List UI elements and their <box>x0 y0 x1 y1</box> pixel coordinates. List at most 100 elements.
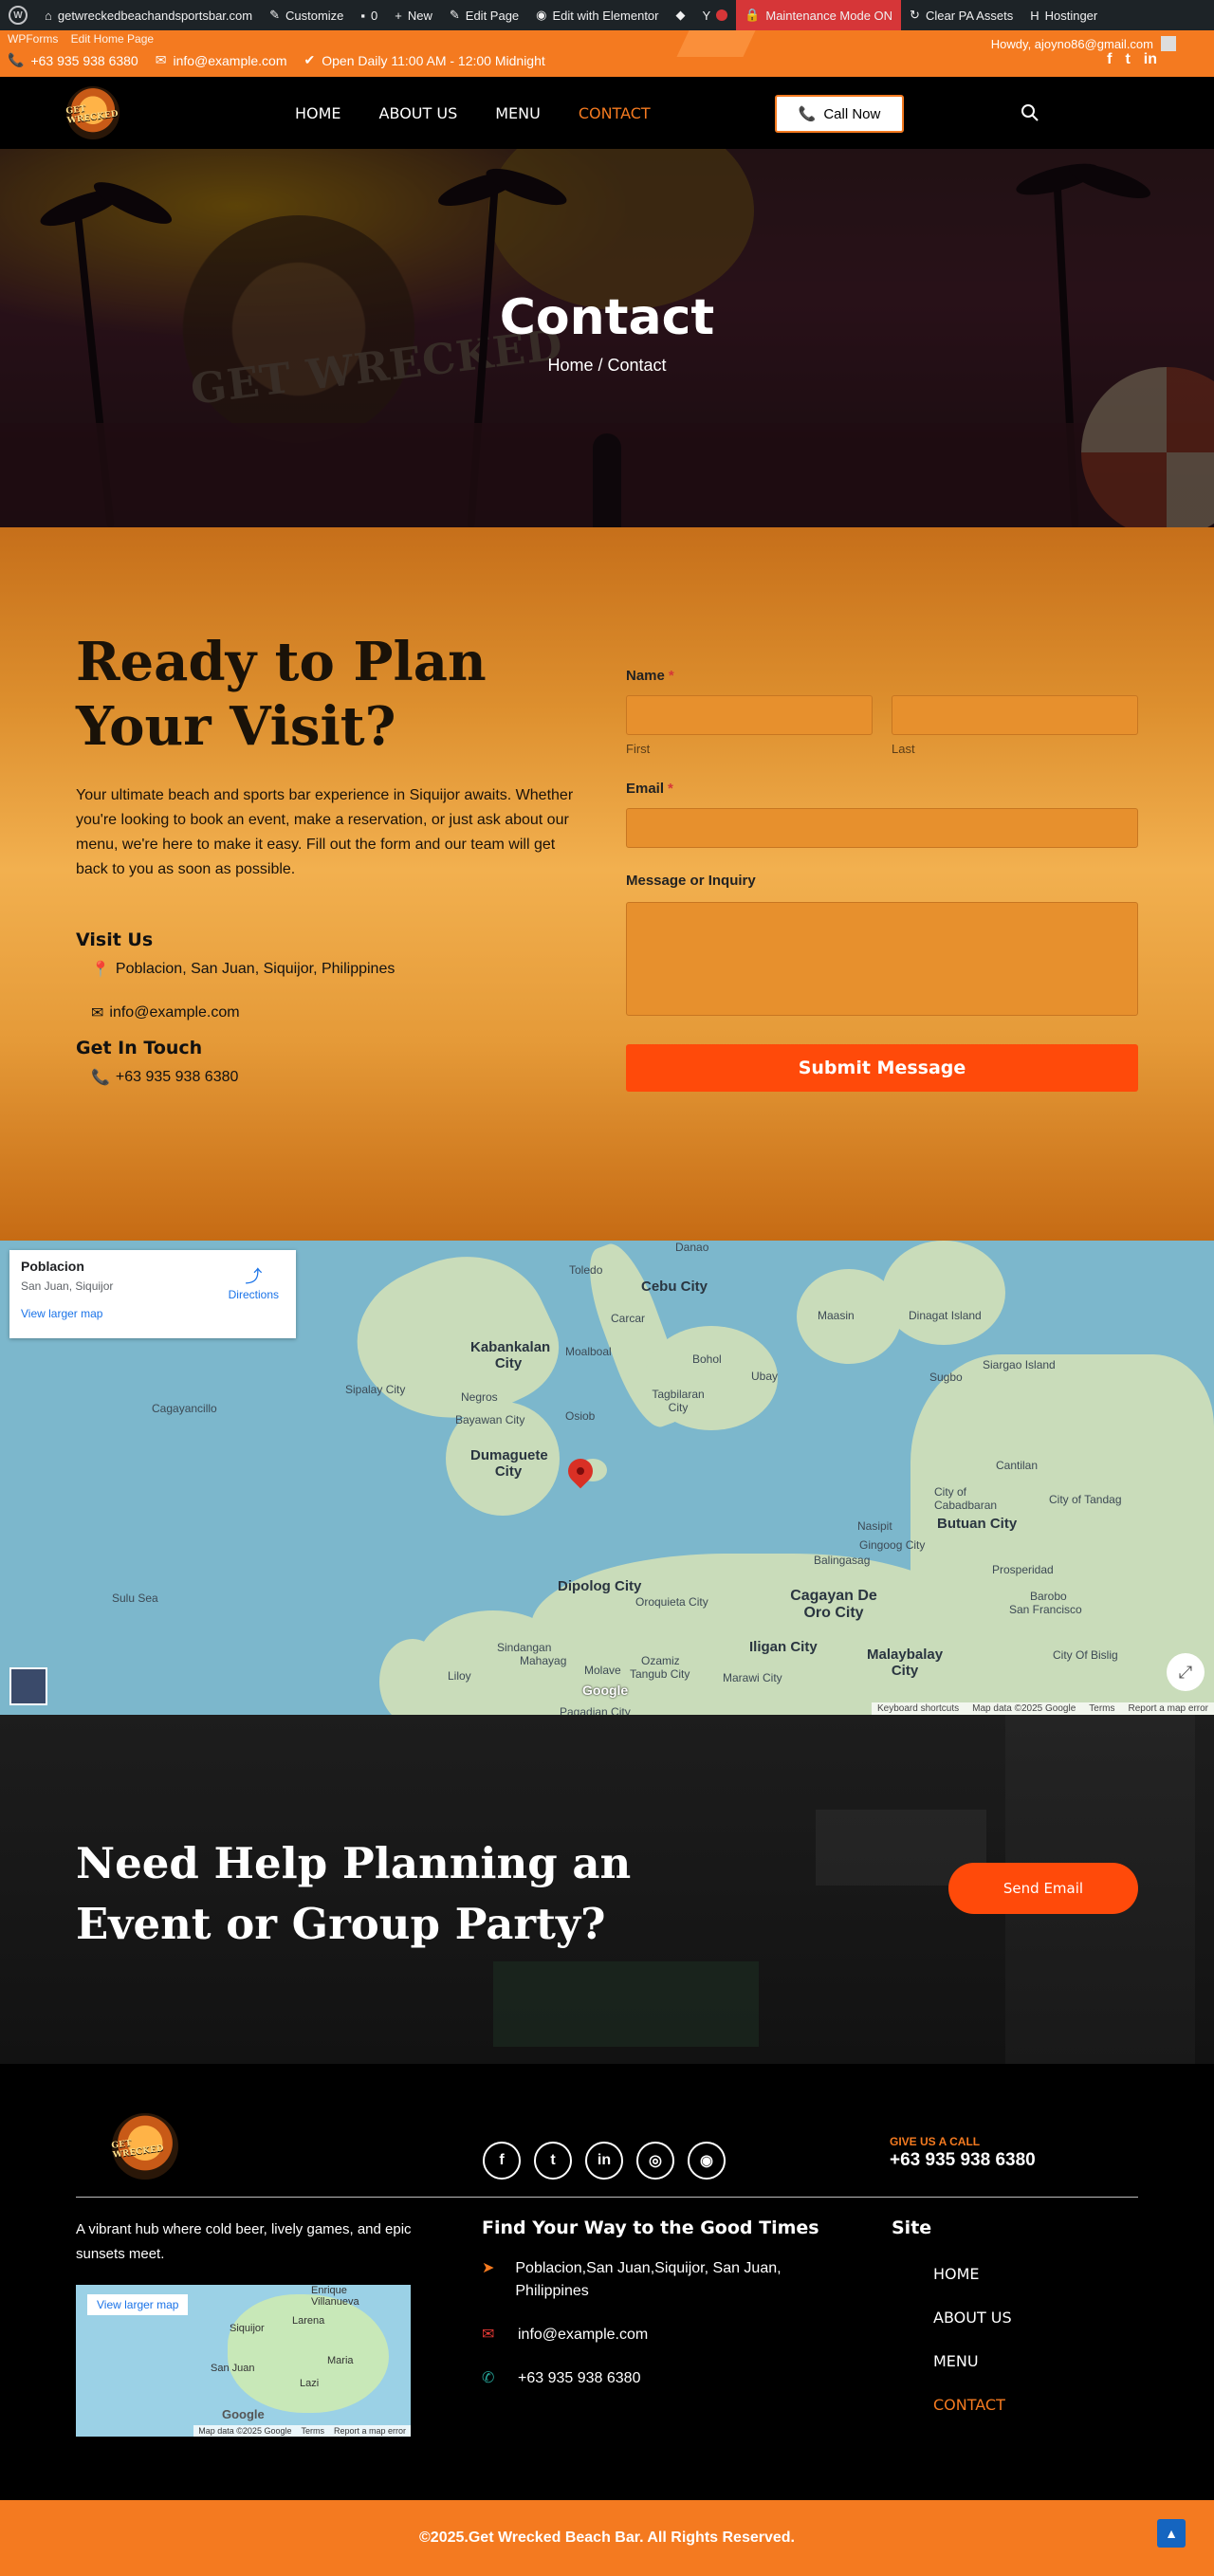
name-label: Name * <box>626 668 1138 684</box>
dribbble-icon[interactable]: ◎ <box>636 2142 674 2180</box>
footer-call[interactable]: GIVE US A CALL +63 935 938 6380 <box>890 2135 1036 2171</box>
topbar-phone[interactable]: 📞 +63 935 938 6380 <box>8 52 138 68</box>
terms-link[interactable]: Terms <box>1089 1703 1114 1714</box>
nav-menu[interactable]: MENU <box>495 104 541 122</box>
submit-message-button[interactable]: Submit Message <box>626 1044 1138 1092</box>
admin-comments[interactable]: ▪ 0 <box>352 0 386 30</box>
map-layer-toggle[interactable] <box>9 1667 47 1705</box>
footer-email[interactable]: ✉ info@example.com <box>482 2324 648 2346</box>
footer-link-home[interactable]: HOME <box>933 2265 980 2283</box>
map-label: Tangub City <box>630 1667 690 1681</box>
find-way-title: Find Your Way to the Good Times <box>482 2217 819 2238</box>
report-error-link[interactable]: Report a map error <box>334 2426 406 2436</box>
admin-edit-page[interactable]: ✎ Edit Page <box>441 0 527 30</box>
admin-comments-count: 0 <box>371 8 378 23</box>
map-label: Ubay <box>751 1370 779 1383</box>
message-textarea[interactable] <box>626 902 1138 1016</box>
admin-edit-home-link[interactable]: Edit Home Page <box>71 32 154 46</box>
footer-logo[interactable]: GET WRECKED <box>111 2113 178 2180</box>
first-name-input[interactable] <box>626 695 873 735</box>
site-logo[interactable]: GET WRECKED <box>64 86 120 139</box>
scroll-to-top-icon[interactable]: ▲ <box>1157 2519 1186 2548</box>
last-name-input[interactable] <box>892 695 1138 735</box>
copyright-bar: ©2025.Get Wrecked Beach Bar. All Rights … <box>0 2500 1214 2576</box>
email-label-text: Email <box>626 781 665 797</box>
map-label: San Francisco <box>1009 1603 1082 1616</box>
map-label: Lazi <box>300 2378 320 2389</box>
wp-admin-bar: W ⌂ getwreckedbeachandsportsbar.com ✎ Cu… <box>0 0 1214 30</box>
admin-hostinger[interactable]: H Hostinger <box>1021 0 1106 30</box>
required-marker: * <box>668 781 673 797</box>
map-label: Marawi City <box>723 1671 782 1684</box>
admin-yoast[interactable]: Y <box>694 0 737 30</box>
map-label: Sipalay City <box>345 1383 406 1396</box>
footer-link-menu[interactable]: MENU <box>933 2352 979 2370</box>
instagram-icon[interactable]: ◉ <box>688 2142 726 2180</box>
keyboard-shortcuts-link[interactable]: Keyboard shortcuts <box>877 1703 959 1714</box>
linkedin-icon[interactable]: in <box>585 2142 623 2180</box>
wordpress-logo-icon[interactable]: W <box>0 0 36 30</box>
call-now-button[interactable]: 📞 Call Now <box>775 95 904 133</box>
footer-phone[interactable]: ✆ +63 935 938 6380 <box>482 2367 640 2390</box>
email-label: Email * <box>626 781 1138 797</box>
map-label: City of Cabadbaran <box>934 1485 998 1512</box>
pin-icon: 📍 <box>91 962 110 978</box>
admin-maintenance-mode[interactable]: 🔒 Maintenance Mode ON <box>736 0 902 30</box>
terms-link[interactable]: Terms <box>301 2426 324 2436</box>
address-text: Poblacion, San Juan, Siquijor, Philippin… <box>115 961 395 977</box>
address-line: 📍 Poblacion, San Juan, Siquijor, Philipp… <box>91 960 579 979</box>
facebook-icon[interactable]: f <box>1107 51 1112 68</box>
logo-text: GET WRECKED <box>64 104 120 126</box>
footer-map[interactable]: View larger map Enrique Villanueva Siqui… <box>76 2285 411 2437</box>
map-label: Kabankalan City <box>470 1339 551 1371</box>
breadcrumb[interactable]: Home / Contact <box>0 356 1214 376</box>
topbar-email[interactable]: ✉ info@example.com <box>156 52 287 68</box>
map-label: San Juan <box>211 2363 255 2374</box>
email-line[interactable]: ✉ info@example.com <box>91 1003 579 1022</box>
search-icon[interactable] <box>1021 103 1039 122</box>
map-label: Mahayag <box>520 1654 567 1667</box>
site-footer: GET WRECKED f t in ◎ ◉ GIVE US A CALL +6… <box>0 2064 1214 2500</box>
admin-howdy[interactable]: Howdy, ajoyno86@gmail.com <box>991 36 1176 51</box>
email-input[interactable] <box>626 808 1138 848</box>
map-label: Siquijor <box>230 2323 265 2334</box>
admin-wpforms-link[interactable]: WPForms <box>8 32 58 46</box>
site-title: Site <box>892 2217 932 2238</box>
phone-icon: 📞 <box>8 52 25 67</box>
map-label: Ozamiz <box>641 1654 680 1667</box>
directions-icon: ⤴ <box>245 1267 263 1286</box>
footer-phone-text: +63 935 938 6380 <box>518 2370 641 2386</box>
directions-button[interactable]: ⤴ Directions <box>229 1263 279 1301</box>
twitter-icon[interactable]: t <box>534 2142 572 2180</box>
admin-customize[interactable]: ✎ Customize <box>261 0 352 30</box>
view-larger-map-link[interactable]: View larger map <box>21 1307 285 1320</box>
pencil-icon: ✎ <box>449 8 460 22</box>
plus-icon: + <box>395 8 402 23</box>
nav-home[interactable]: HOME <box>295 104 341 122</box>
nav-contact[interactable]: CONTACT <box>579 104 651 122</box>
map-label: Liloy <box>448 1669 471 1683</box>
admin-edit-elementor[interactable]: ◉ Edit with Elementor <box>527 0 667 30</box>
footer-link-about[interactable]: ABOUT US <box>933 2309 1012 2327</box>
footer-link-contact[interactable]: CONTACT <box>933 2396 1005 2414</box>
admin-submenu-overlay: WPForms Edit Home Page <box>8 32 154 46</box>
nav-about-us[interactable]: ABOUT US <box>379 104 458 122</box>
fullscreen-icon[interactable]: ⤢ <box>1167 1653 1205 1691</box>
phone-line[interactable]: 📞 +63 935 938 6380 <box>91 1068 579 1087</box>
admin-site-link[interactable]: ⌂ getwreckedbeachandsportsbar.com <box>36 0 261 30</box>
linkedin-icon[interactable]: in <box>1144 51 1157 68</box>
send-email-button[interactable]: Send Email <box>948 1863 1138 1914</box>
report-error-link[interactable]: Report a map error <box>1129 1703 1208 1714</box>
map-label: Osiob <box>565 1409 596 1423</box>
contact-heading: Ready to Plan Your Visit? <box>76 631 487 758</box>
view-larger-map-link[interactable]: View larger map <box>87 2294 189 2315</box>
map-label: Nasipit <box>857 1519 892 1533</box>
phone-icon: 📞 <box>798 106 817 122</box>
admin-diamond[interactable]: ◆ <box>668 0 694 30</box>
event-cta-section: Need Help Planning an Event or Group Par… <box>0 1715 1214 2064</box>
admin-new[interactable]: + New <box>386 0 441 30</box>
admin-clear-assets[interactable]: ↻ Clear PA Assets <box>901 0 1021 30</box>
facebook-icon[interactable]: f <box>483 2142 521 2180</box>
google-map[interactable]: Cebu City Kabankalan City Dumaguete City… <box>0 1241 1214 1715</box>
twitter-icon[interactable]: t <box>1125 51 1130 68</box>
